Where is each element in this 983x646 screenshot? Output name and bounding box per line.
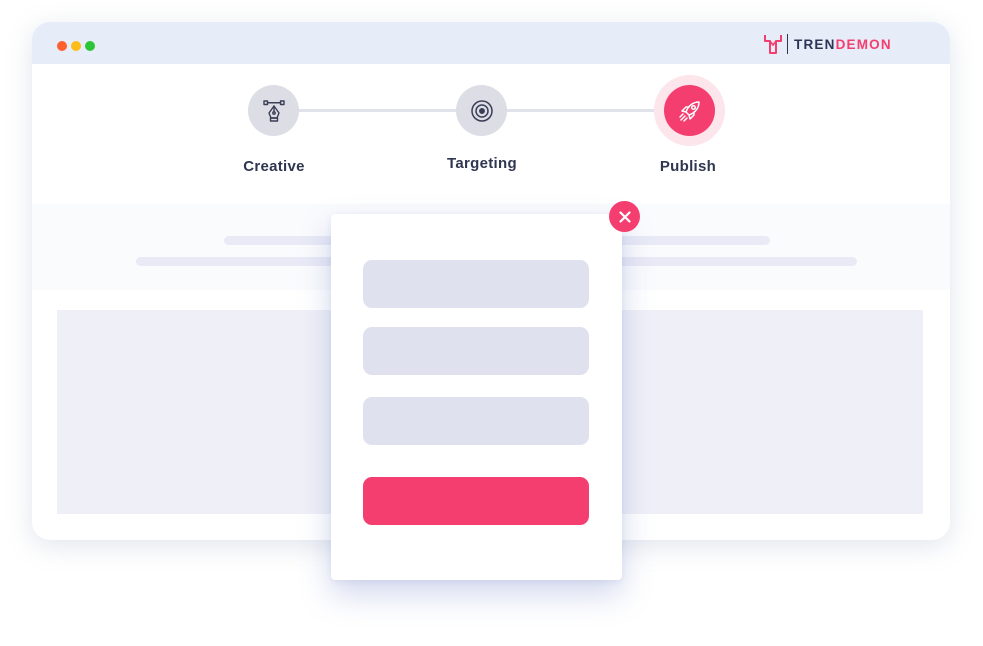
window-maximize-button[interactable] xyxy=(85,41,95,51)
step-creative-label: Creative xyxy=(243,158,305,175)
step-connector-2 xyxy=(507,109,667,112)
step-targeting-label: Targeting xyxy=(447,155,517,172)
browser-titlebar: TRENDEMON xyxy=(32,22,950,64)
submit-button[interactable] xyxy=(363,477,589,525)
window-close-button[interactable] xyxy=(57,41,67,51)
brand-logo: TRENDEMON xyxy=(764,34,892,54)
trendemon-logo-icon xyxy=(764,35,782,54)
pen-tool-icon xyxy=(262,99,285,122)
brand-name-part1: TREN xyxy=(794,36,836,52)
close-icon xyxy=(618,210,631,223)
brand-divider xyxy=(787,34,788,54)
step-publish-button[interactable] xyxy=(664,85,715,136)
step-creative-button[interactable] xyxy=(248,85,299,136)
form-field-3[interactable] xyxy=(363,397,589,445)
popup-form-modal xyxy=(331,214,622,580)
wizard-steps: Creative Targeting Publish xyxy=(32,64,950,204)
target-icon xyxy=(470,99,493,122)
step-connector-1 xyxy=(298,109,456,112)
step-targeting-button[interactable] xyxy=(456,85,507,136)
stage: TRENDEMON Creative Targeting Publish xyxy=(0,0,983,646)
rocket-icon xyxy=(678,100,700,122)
modal-close-button[interactable] xyxy=(609,201,640,232)
step-publish-label: Publish xyxy=(659,158,717,175)
form-field-2[interactable] xyxy=(363,327,589,375)
brand-name-part2: DEMON xyxy=(835,36,892,52)
form-field-1[interactable] xyxy=(363,260,589,308)
window-minimize-button[interactable] xyxy=(71,41,81,51)
brand-name: TRENDEMON xyxy=(794,37,892,52)
